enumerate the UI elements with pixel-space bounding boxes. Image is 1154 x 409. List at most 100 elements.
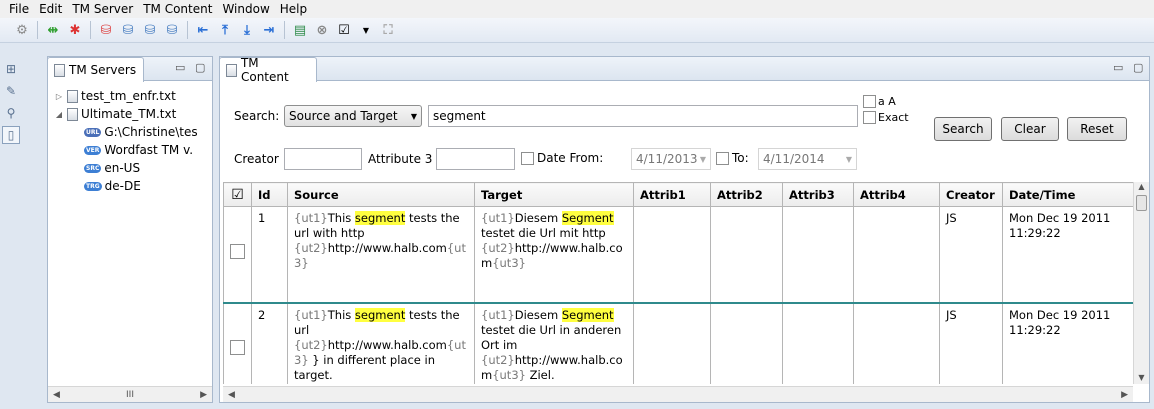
minimize-icon[interactable]: ▭ xyxy=(1113,61,1123,74)
scroll-left-icon[interactable]: ◀ xyxy=(228,390,235,400)
panel-header xyxy=(220,57,1149,81)
tree-child-label: de-DE xyxy=(104,179,141,193)
scroll-down-icon[interactable]: ▼ xyxy=(1134,373,1149,382)
delete-db-icon[interactable]: ⛁ xyxy=(96,20,116,40)
tab-tm-content[interactable]: TM Content xyxy=(219,56,317,84)
cell-source[interactable]: {ut1}This segment tests the url with htt… xyxy=(287,206,475,304)
case-sensitive-option[interactable]: a A xyxy=(863,95,896,108)
edit-view-icon[interactable]: ✎ xyxy=(2,82,20,100)
first-icon[interactable]: ⇤ xyxy=(193,20,213,40)
down-icon[interactable]: ⤓ xyxy=(237,20,257,40)
column-header-datetime[interactable]: Date/Time xyxy=(1002,182,1133,207)
clear-button[interactable]: Clear xyxy=(1001,117,1059,141)
tree-child[interactable]: SRC en-US xyxy=(54,159,200,177)
column-header-source[interactable]: Source xyxy=(287,182,475,207)
cell-id: 2 xyxy=(251,302,288,384)
cell-attrib4 xyxy=(853,302,940,384)
date-from-field[interactable]: 4/11/2013 ▼ xyxy=(631,148,711,170)
column-header-creator[interactable]: Creator xyxy=(939,182,1003,207)
column-header-target[interactable]: Target xyxy=(474,182,634,207)
tree-node[interactable]: ◢ Ultimate_TM.txt xyxy=(54,105,200,123)
date-to-option[interactable]: To: xyxy=(716,151,749,165)
menu-help[interactable]: Help xyxy=(275,2,312,16)
db-open-icon[interactable]: ⛁ xyxy=(140,20,160,40)
clear-selection-icon[interactable]: ⛶ xyxy=(378,20,398,40)
exact-checkbox[interactable] xyxy=(863,111,876,124)
last-icon[interactable]: ⇥ xyxy=(259,20,279,40)
column-header-attrib4[interactable]: Attrib4 xyxy=(853,182,940,207)
vertical-scrollbar[interactable]: ▲ ▼ xyxy=(1133,182,1149,384)
menu-edit[interactable]: Edit xyxy=(34,2,67,16)
select-all-header[interactable]: ☑ xyxy=(223,182,252,207)
cell-target[interactable]: {ut1}Diesem Segment testet die Url in an… xyxy=(474,302,634,384)
source-badge-icon: SRC xyxy=(84,163,102,173)
creator-input[interactable] xyxy=(284,148,362,170)
creator-label: Creator xyxy=(234,152,279,166)
tree-child[interactable]: VER Wordfast TM v. xyxy=(54,141,200,159)
chevron-right-icon[interactable]: ▷ xyxy=(54,92,64,101)
version-badge-icon: VER xyxy=(84,145,102,155)
attribute3-input[interactable] xyxy=(436,148,515,170)
remove-entry-icon[interactable]: ✱ xyxy=(65,20,85,40)
db-close-icon[interactable]: ⛁ xyxy=(162,20,182,40)
date-from-label: Date From: xyxy=(537,151,604,165)
menu-tm-server[interactable]: TM Server xyxy=(67,2,138,16)
new-view-icon[interactable]: ⊞ xyxy=(2,60,20,78)
scroll-up-icon[interactable]: ▲ xyxy=(1134,182,1149,191)
tree-node-label: test_tm_enfr.txt xyxy=(81,89,176,103)
db-icon[interactable]: ⛁ xyxy=(118,20,138,40)
horizontal-scrollbar[interactable]: ◀ ▶ xyxy=(223,386,1133,402)
column-header-id[interactable]: Id xyxy=(251,182,288,207)
reset-button[interactable]: Reset xyxy=(1067,117,1127,141)
search-scope-select[interactable]: Source and Target ▼ xyxy=(284,105,422,127)
export-icon[interactable]: ▤ xyxy=(290,20,310,40)
minimize-icon[interactable]: ▭ xyxy=(175,61,185,74)
search-scope-value: Source and Target xyxy=(289,109,398,123)
scroll-thumb[interactable] xyxy=(1136,195,1147,211)
cell-attrib2 xyxy=(710,206,783,304)
add-entry-icon[interactable]: ⇹ xyxy=(43,20,63,40)
table-row[interactable]: 2 {ut1}This segment tests the url {ut2}h… xyxy=(223,302,1133,384)
chevron-down-icon[interactable]: ◢ xyxy=(54,110,64,119)
maximize-icon[interactable]: ▢ xyxy=(195,61,205,74)
tab-tm-servers[interactable]: TM Servers xyxy=(47,57,144,82)
tree-node[interactable]: ▷ test_tm_enfr.txt xyxy=(54,87,200,105)
date-to-checkbox[interactable] xyxy=(716,151,729,165)
cell-target[interactable]: {ut1}Diesem Segment testet die Url mit h… xyxy=(474,206,634,304)
horizontal-scrollbar[interactable]: ◀ III ▶ xyxy=(48,386,212,402)
maximize-icon[interactable]: ▢ xyxy=(1133,61,1143,74)
tm-view-icon[interactable]: ▯ xyxy=(2,126,20,144)
toolbar: ⚙ ⇹ ✱ ⛁ ⛁ ⛁ ⛁ ⇤ ⤒ ⤓ ⇥ ▤ ⊗ ☑ ▼ ⛶ xyxy=(0,18,1154,43)
settings-icon[interactable]: ⚙ xyxy=(12,20,32,40)
column-header-attrib2[interactable]: Attrib2 xyxy=(710,182,783,207)
row-checkbox[interactable] xyxy=(230,340,245,355)
exact-option[interactable]: Exact xyxy=(863,111,909,124)
cancel-icon[interactable]: ⊗ xyxy=(312,20,332,40)
case-sensitive-checkbox[interactable] xyxy=(863,95,876,108)
search-input[interactable]: segment xyxy=(428,105,858,127)
row-select-cell[interactable] xyxy=(223,302,252,384)
search-view-icon[interactable]: ⚲ xyxy=(2,104,20,122)
scroll-left-icon[interactable]: ◀ xyxy=(53,390,60,400)
row-select-cell[interactable] xyxy=(223,206,252,304)
scroll-thumb-grip[interactable]: III xyxy=(126,390,134,400)
table-row[interactable]: 1 {ut1}This segment tests the url with h… xyxy=(223,206,1133,304)
select-all-icon[interactable]: ☑ xyxy=(334,20,354,40)
up-icon[interactable]: ⤒ xyxy=(215,20,235,40)
date-from-option[interactable]: Date From: xyxy=(521,151,603,165)
row-checkbox[interactable] xyxy=(230,243,245,259)
tree-child[interactable]: TRG de-DE xyxy=(54,177,200,195)
cell-source[interactable]: {ut1}This segment tests the url {ut2}htt… xyxy=(287,302,475,384)
column-header-attrib1[interactable]: Attrib1 xyxy=(633,182,711,207)
date-to-field[interactable]: 4/11/2014 ▼ xyxy=(758,148,857,170)
menu-tm-content[interactable]: TM Content xyxy=(138,2,217,16)
tree-child[interactable]: URL G:\Christine\tes xyxy=(54,123,200,141)
column-header-attrib3[interactable]: Attrib3 xyxy=(782,182,854,207)
chevron-down-icon[interactable]: ▼ xyxy=(356,20,376,40)
scroll-right-icon[interactable]: ▶ xyxy=(200,390,207,400)
scroll-right-icon[interactable]: ▶ xyxy=(1121,390,1128,400)
date-from-checkbox[interactable] xyxy=(521,151,534,165)
search-button[interactable]: Search xyxy=(934,117,992,141)
menu-window[interactable]: Window xyxy=(217,2,274,16)
menu-file[interactable]: File xyxy=(4,2,34,16)
